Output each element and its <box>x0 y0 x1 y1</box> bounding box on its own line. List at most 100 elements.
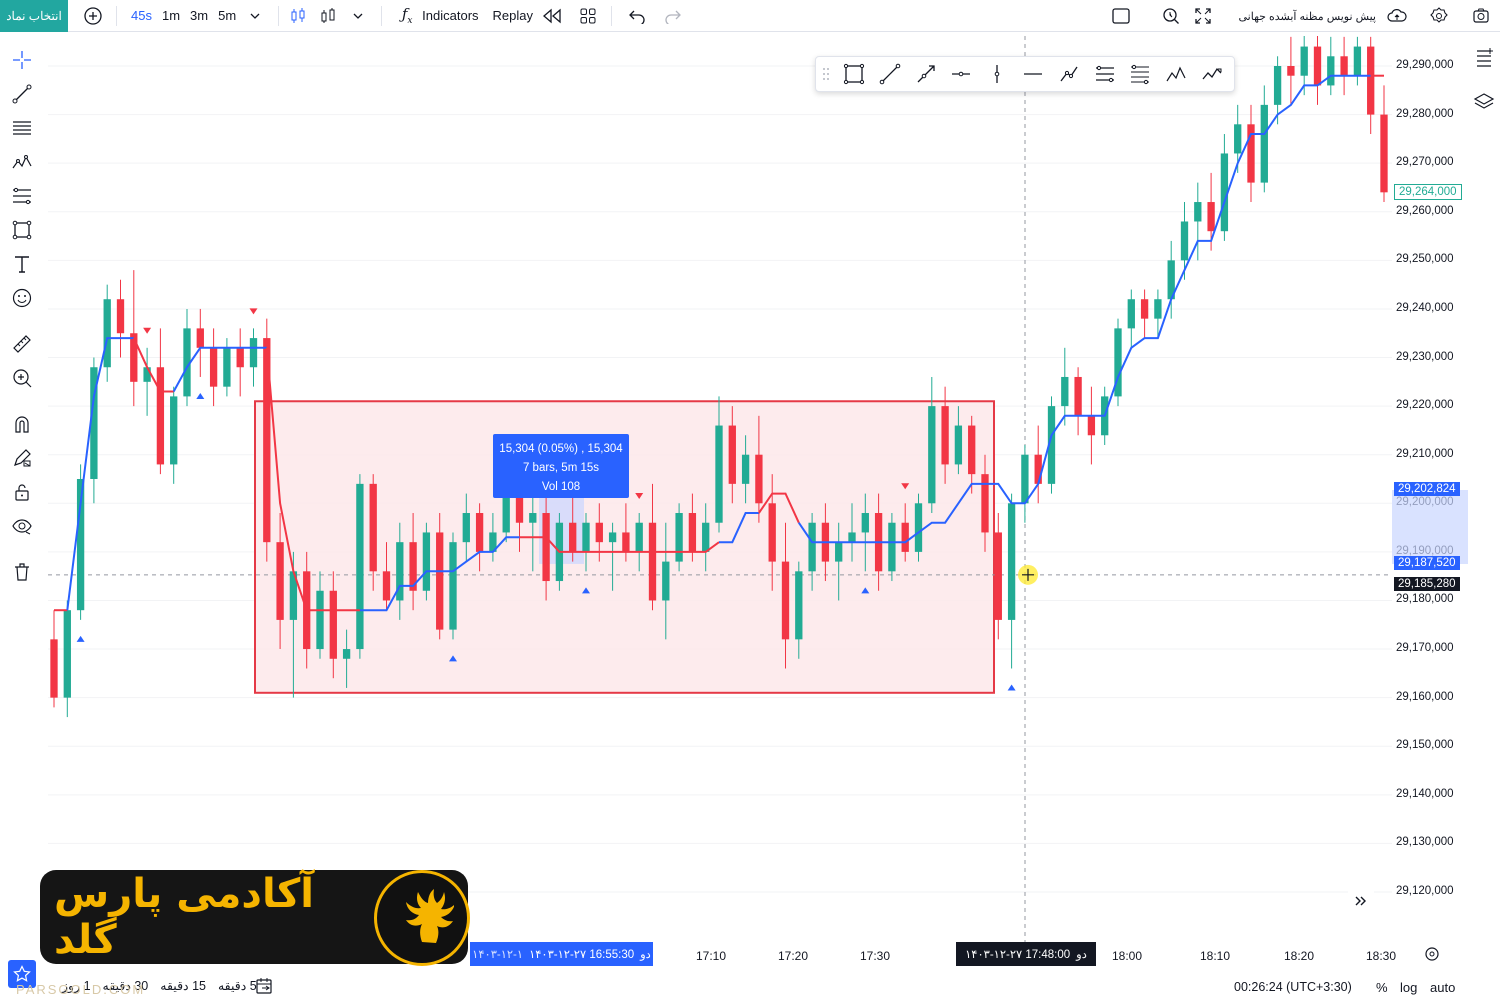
interval-1m[interactable]: 1m <box>162 8 180 23</box>
bottom-toolbar: 5 دقیقه 15 دقیقه 30 دقیقه 1 روز 00:26:24… <box>0 960 1500 1000</box>
floating-drawing-toolbar <box>815 56 1235 92</box>
fib-icon[interactable] <box>8 182 36 210</box>
horizontal-lines-icon[interactable] <box>8 114 36 142</box>
percent-toggle[interactable]: % <box>1376 980 1388 995</box>
price-tick-label: 29,230,000 <box>1396 350 1454 363</box>
time-tick-label: 17:30 <box>860 949 891 963</box>
candle-body <box>1061 376 1069 407</box>
price-tick-label: 29,260,000 <box>1396 204 1454 217</box>
magnet-icon[interactable] <box>8 410 36 438</box>
candle-body <box>462 513 470 543</box>
rewind-icon[interactable] <box>541 5 563 27</box>
price-tick-label: 29,180,000 <box>1396 593 1454 606</box>
rectangle-icon[interactable] <box>8 216 36 244</box>
redo-icon[interactable] <box>662 5 684 27</box>
lock-icon[interactable] <box>8 478 36 506</box>
replay-button[interactable]: Replay <box>493 8 533 23</box>
bar-style-icon[interactable] <box>317 5 339 27</box>
trend-line-icon[interactable] <box>8 80 36 108</box>
candle-body <box>1234 124 1242 154</box>
fullscreen-square-icon[interactable] <box>1110 5 1132 27</box>
horizontal-ray-icon[interactable] <box>947 60 975 88</box>
interval-5m[interactable]: 5m <box>218 8 236 23</box>
eye-icon[interactable] <box>8 512 36 540</box>
undo-icon[interactable] <box>626 5 648 27</box>
top-toolbar: انتخاب نماد 45s 1m 3m 5m ƒx Indicators R… <box>0 0 1500 32</box>
price-tick-label: 29,120,000 <box>1396 885 1454 897</box>
candles-icon[interactable] <box>287 5 309 27</box>
candle-body <box>276 542 284 620</box>
time-settings-icon[interactable] <box>1424 946 1440 967</box>
scroll-to-realtime-button[interactable] <box>1348 888 1374 914</box>
indicators-button[interactable]: Indicators <box>422 8 478 23</box>
parallel-channel-icon[interactable] <box>1091 60 1119 88</box>
candle-body <box>795 571 803 640</box>
text-icon[interactable] <box>8 250 36 278</box>
layers-icon[interactable] <box>1470 88 1498 116</box>
add-symbol-icon[interactable] <box>82 5 104 27</box>
horizontal-line-icon[interactable] <box>1019 60 1047 88</box>
fullscreen-icon[interactable] <box>1192 5 1214 27</box>
price-tick-label: 29,150,000 <box>1396 739 1454 752</box>
candle-body <box>848 532 856 543</box>
goto-date-icon[interactable] <box>254 976 274 999</box>
double-chevron-right-icon <box>1355 896 1366 906</box>
candle-body <box>835 542 843 562</box>
clock-timezone[interactable]: 00:26:24 (UTC+3:30) <box>1234 980 1352 994</box>
arrow-line-icon[interactable] <box>912 60 940 88</box>
chevron-down-icon[interactable] <box>347 5 369 27</box>
candle-body <box>928 406 936 504</box>
measure-change: 15,304 (0.05%) , 15,304 <box>499 443 623 455</box>
zoom-in-icon[interactable] <box>8 364 36 392</box>
candle-body <box>369 483 377 572</box>
layout-name[interactable]: پیش نویس مظنه آبشده جهانی <box>1238 10 1376 23</box>
crosshair-price-badge: 29,185,280 <box>1394 576 1460 591</box>
trash-icon[interactable] <box>8 558 36 586</box>
price-tick-label: 29,210,000 <box>1396 447 1454 460</box>
price-tick-label: 29,270,000 <box>1396 156 1454 169</box>
price-scale[interactable]: 29,290,000 29,280,000 29,270,000 29,260,000… <box>1392 36 1468 942</box>
stay-in-drawing-icon[interactable] <box>8 444 36 472</box>
candle-body <box>648 522 657 601</box>
candle-body <box>781 561 790 640</box>
candle-body <box>342 649 351 659</box>
candle-body <box>1207 202 1215 232</box>
range-button[interactable]: 5 دقیقه <box>218 978 257 993</box>
drag-handle-icon[interactable] <box>822 67 830 81</box>
drawing-tools-sidebar <box>0 36 44 596</box>
fib-retracement-icon[interactable] <box>1127 60 1155 88</box>
indicators-fx-icon[interactable]: ƒx <box>396 5 418 27</box>
crosshair-icon[interactable] <box>8 46 36 74</box>
trend-line-icon[interactable] <box>876 60 904 88</box>
vertical-line-icon[interactable] <box>983 60 1011 88</box>
time-tick-label: 18:00 <box>1112 949 1143 963</box>
candle-body <box>608 532 617 543</box>
cloud-save-icon[interactable] <box>1386 5 1408 27</box>
candle-body <box>542 513 550 582</box>
log-toggle[interactable]: log <box>1400 980 1417 995</box>
rectangle-icon[interactable] <box>840 60 868 88</box>
candle-body <box>675 513 683 562</box>
range-button[interactable]: 15 دقیقه <box>160 978 206 993</box>
ruler-icon[interactable] <box>8 330 36 358</box>
interval-3m[interactable]: 3m <box>190 8 208 23</box>
elliott-wave-icon[interactable] <box>1198 60 1226 88</box>
auto-toggle[interactable]: auto <box>1430 980 1455 995</box>
chevron-down-icon[interactable] <box>244 5 266 27</box>
buy-signal-marker <box>1007 684 1016 691</box>
price-chart[interactable] <box>48 36 1392 942</box>
emoji-icon[interactable] <box>8 284 36 312</box>
xabcd-pattern-icon[interactable] <box>1162 60 1190 88</box>
candle-body <box>1021 454 1029 504</box>
interval-45s[interactable]: 45s <box>131 8 152 23</box>
settings-icon[interactable] <box>1428 5 1450 27</box>
symbol-search-button[interactable]: انتخاب نماد <box>0 0 68 32</box>
layout-grid-icon[interactable] <box>577 5 599 27</box>
path-icon[interactable] <box>1055 60 1083 88</box>
quick-search-icon[interactable] <box>1160 5 1182 27</box>
candle-body <box>1353 46 1362 76</box>
pattern-icon[interactable] <box>8 148 36 176</box>
watchlist-icon[interactable] <box>1470 44 1498 72</box>
time-range-prefix: دو <box>640 949 651 961</box>
snapshot-icon[interactable] <box>1470 5 1492 27</box>
